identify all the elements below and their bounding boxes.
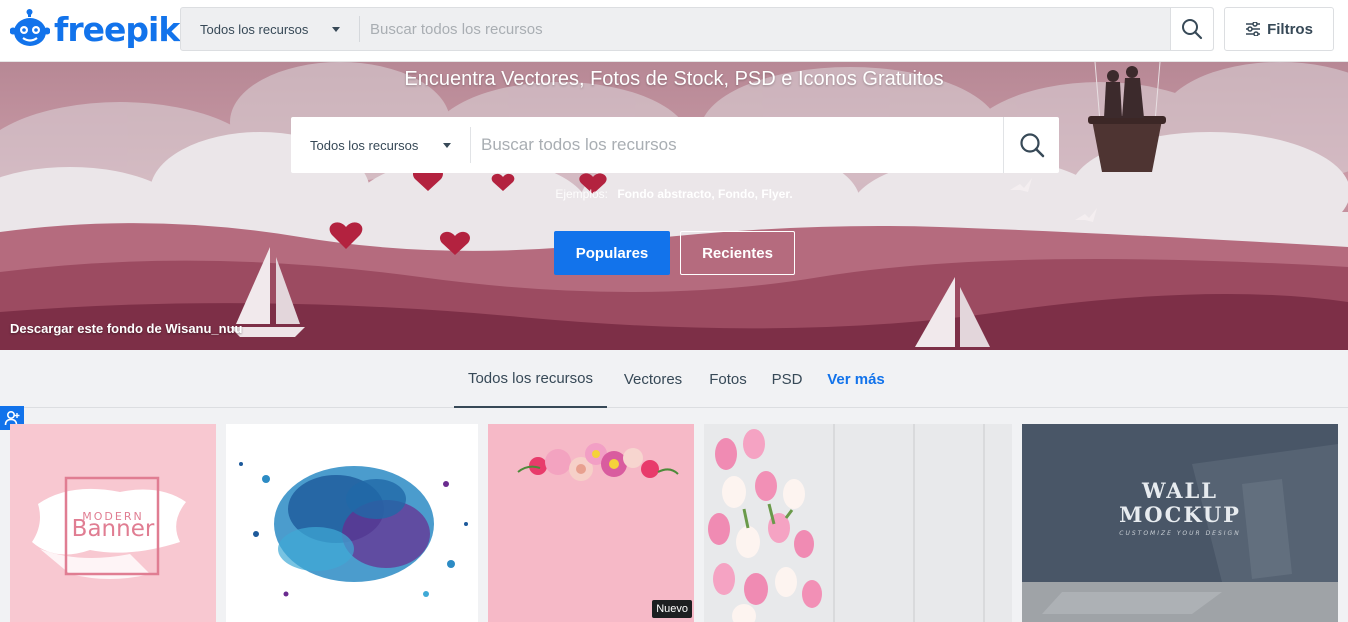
pink-flowers-thumbnail	[488, 424, 694, 622]
recent-button[interactable]: Recientes	[680, 231, 795, 275]
hero-title: Encuentra Vectores, Fotos de Stock, PSD …	[404, 68, 944, 90]
hero-search-button[interactable]	[1003, 117, 1059, 173]
logo-text: freepik	[54, 9, 180, 49]
new-badge: Nuevo	[652, 600, 692, 618]
examples-links[interactable]: Fondo abstracto, Fondo, Flyer.	[617, 187, 792, 201]
resource-card-tulips[interactable]	[704, 424, 1012, 622]
resource-tabs: Todos los recursos Vectores Fotos PSD Ve…	[0, 350, 1348, 408]
header-search-bar: Todos los recursos	[180, 7, 1214, 51]
watercolor-splash-thumbnail	[226, 424, 478, 622]
tulips-thumbnail	[704, 424, 1012, 622]
banner-big-text: Banner	[72, 516, 155, 542]
modern-banner-thumbnail: MODERN Banner	[10, 424, 216, 622]
search-icon	[1019, 133, 1044, 158]
sliders-icon	[1246, 22, 1261, 36]
wall-mockup-thumbnail: WALL MOCKUP CUSTOMIZE YOUR DESIGN	[1022, 424, 1338, 622]
resource-card-wall-mockup[interactable]: WALL MOCKUP CUSTOMIZE YOUR DESIGN	[1022, 424, 1338, 622]
chevron-down-icon	[332, 26, 340, 32]
hero-banner: Encuentra Vectores, Fotos de Stock, PSD …	[0, 62, 1348, 350]
filters-label: Filtros	[1267, 20, 1313, 38]
mockup-subtitle: CUSTOMIZE YOUR DESIGN	[1119, 530, 1240, 537]
valentine-background-illustration	[0, 62, 1348, 350]
hero-search-bar: Todos los recursos	[291, 117, 1059, 173]
tab-vectores[interactable]: Vectores	[614, 350, 692, 408]
background-credit-link[interactable]: Descargar este fondo de Wisanu_nuu	[10, 321, 243, 336]
hero-search-input[interactable]	[471, 117, 1003, 173]
freepik-logo[interactable]: freepik	[10, 6, 180, 52]
search-examples: Ejemplos: Fondo abstracto, Fondo, Flyer.	[0, 187, 1348, 201]
header-category-label: Todos los recursos	[200, 21, 309, 37]
mockup-title-line2: MOCKUP	[1119, 502, 1241, 527]
header-category-select[interactable]: Todos los recursos	[181, 8, 360, 50]
tab-fotos[interactable]: Fotos	[700, 350, 756, 408]
hero-category-select[interactable]: Todos los recursos	[291, 117, 471, 173]
search-icon	[1182, 19, 1203, 40]
tab-ver-mas[interactable]: Ver más	[818, 350, 894, 408]
mockup-title-line1: WALL	[1141, 478, 1218, 503]
filters-button[interactable]: Filtros	[1224, 7, 1334, 51]
resource-card-modern-banner[interactable]: MODERN Banner	[10, 424, 216, 622]
chevron-down-icon	[443, 142, 451, 148]
top-bar: freepik Todos los recursos Filtros	[0, 0, 1348, 62]
freepik-mascot-icon	[10, 9, 50, 46]
resource-card-flowers[interactable]: Nuevo	[488, 424, 694, 622]
tab-psd[interactable]: PSD	[764, 350, 810, 408]
hero-category-label: Todos los recursos	[310, 137, 419, 153]
header-search-input[interactable]	[360, 8, 1170, 50]
popular-button[interactable]: Populares	[554, 231, 670, 275]
header-search-button[interactable]	[1170, 8, 1213, 50]
examples-label: Ejemplos:	[555, 187, 608, 201]
resource-card-watercolor[interactable]	[226, 424, 478, 622]
tab-todos-los-recursos[interactable]: Todos los recursos	[454, 350, 607, 408]
